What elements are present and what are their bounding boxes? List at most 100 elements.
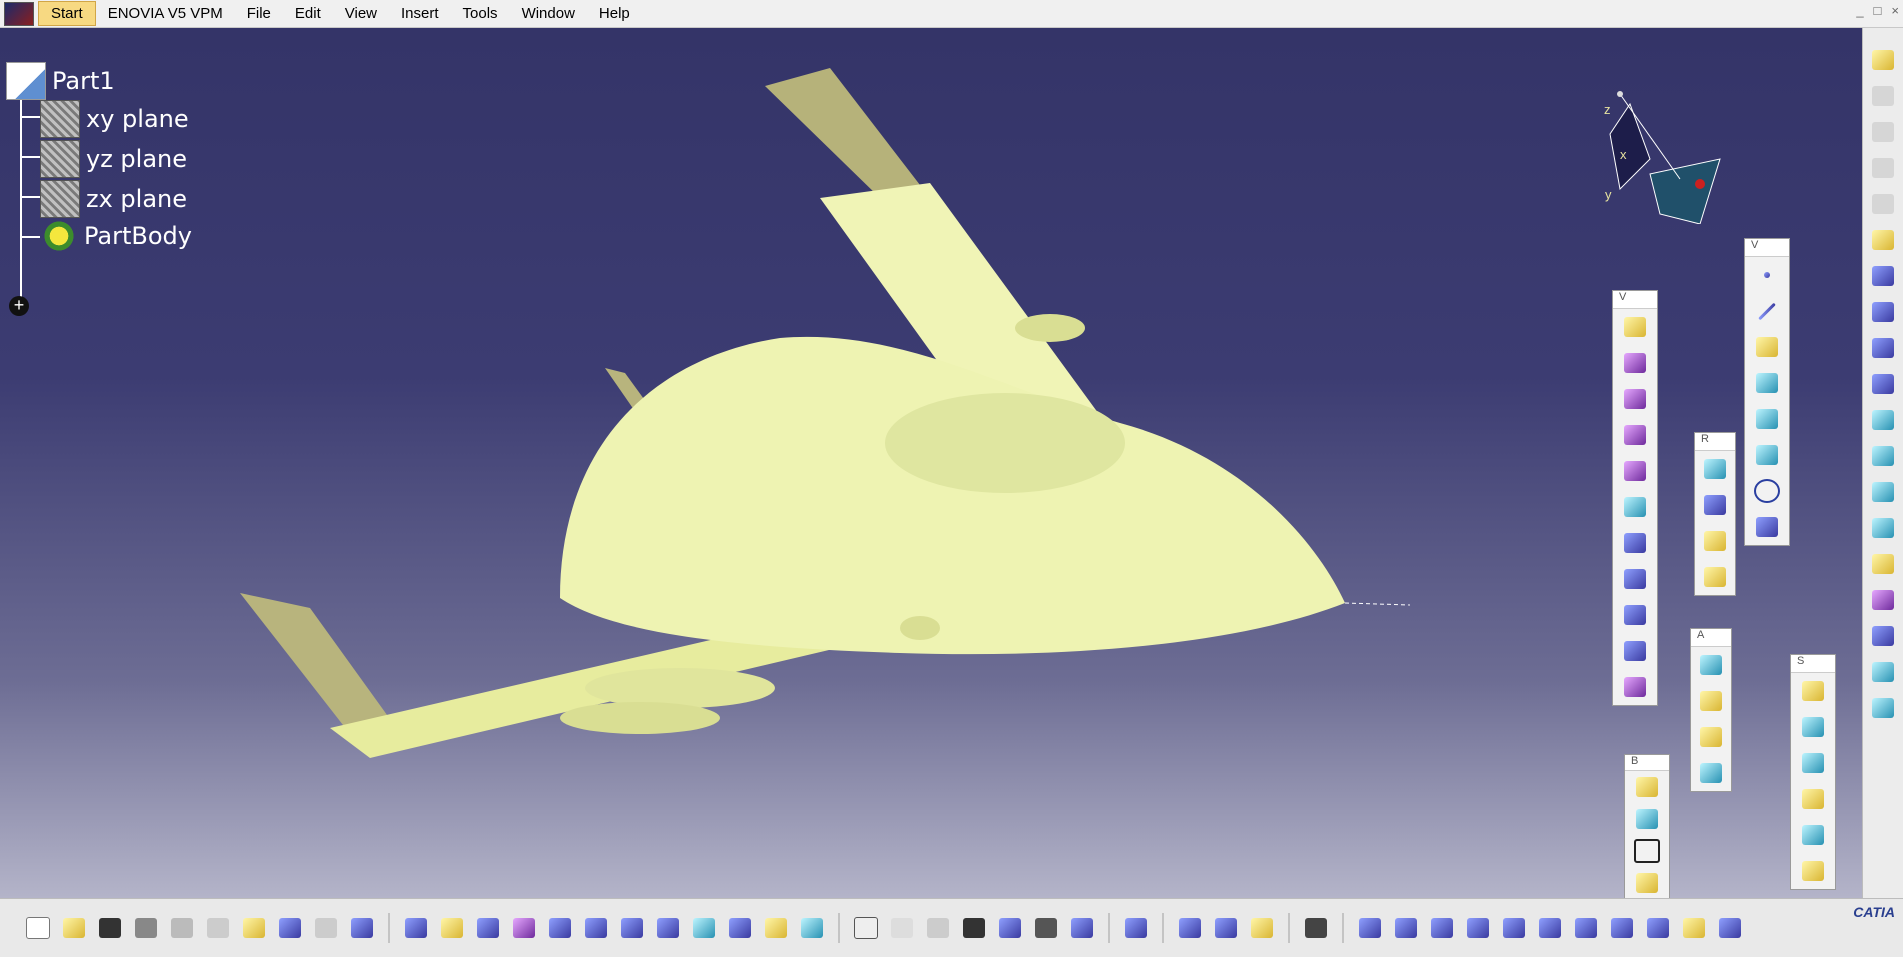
transform-icon[interactable] [1700,562,1730,592]
relation-icon[interactable] [995,913,1025,943]
swap-space-icon[interactable] [797,913,827,943]
projection-icon[interactable] [1752,368,1782,398]
zoom-in-icon[interactable] [545,913,575,943]
extrapolate-icon[interactable] [1868,549,1898,579]
curve-icon[interactable] [1868,405,1898,435]
duplicate-icon[interactable] [1700,526,1730,556]
boundary-icon[interactable] [1632,774,1662,800]
toolbar-title[interactable]: V [1613,291,1657,309]
shape-fillet-icon[interactable] [1798,676,1828,706]
line-icon[interactable] [1752,296,1782,326]
menu-edit[interactable]: Edit [283,2,333,25]
undo-icon[interactable] [275,913,305,943]
analysis-icon[interactable] [1696,686,1726,716]
knowledge-icon[interactable] [887,913,917,943]
grid-snap-icon[interactable] [1499,913,1529,943]
select-icon[interactable] [1868,225,1898,255]
app-title[interactable]: ENOVIA V5 VPM [96,2,235,25]
offset-icon[interactable] [1620,528,1650,558]
face-fillet-icon[interactable] [1798,784,1828,814]
print-icon[interactable] [131,913,161,943]
axis-system-icon[interactable] [1427,913,1457,943]
apply-material-icon[interactable] [1696,650,1726,680]
parallel-curve-icon[interactable] [1752,440,1782,470]
grid-icon[interactable] [1868,369,1898,399]
intersection-icon[interactable] [1752,404,1782,434]
formula-icon[interactable] [851,913,881,943]
hide-show-icon[interactable] [761,913,791,943]
edge-fillet-icon[interactable] [1798,712,1828,742]
extract-icon[interactable] [1632,806,1662,832]
floating-toolbar-s[interactable]: S [1790,654,1836,890]
toolbar-title[interactable]: V [1745,239,1789,257]
cut-icon[interactable] [167,913,197,943]
menu-view[interactable]: View [333,2,389,25]
iso-view-icon[interactable] [689,913,719,943]
toolbar-title[interactable]: R [1695,433,1735,451]
join-icon[interactable] [1632,870,1662,896]
sew-icon[interactable] [1620,672,1650,702]
compass-handle[interactable] [1617,91,1623,97]
copy-icon[interactable] [203,913,233,943]
spline-icon[interactable] [1752,512,1782,542]
workbench-icon[interactable] [1868,45,1898,75]
sweep-icon[interactable] [1620,384,1650,414]
cut-icon[interactable] [1868,657,1898,687]
section-icon[interactable] [1868,693,1898,723]
menu-tools[interactable]: Tools [451,2,510,25]
fill-icon[interactable] [1620,420,1650,450]
menu-insert[interactable]: Insert [389,2,451,25]
shading-icon[interactable] [725,913,755,943]
menu-file[interactable]: File [235,2,283,25]
menu-help[interactable]: Help [587,2,642,25]
close-button[interactable]: × [1891,3,1899,18]
compass-widget[interactable]: z x y [1580,74,1750,224]
toolbar-title[interactable]: B [1625,755,1669,771]
list-icon[interactable] [1715,913,1745,943]
restore-button[interactable]: □ [1874,3,1882,18]
multi-view-icon[interactable] [653,913,683,943]
multi-section-icon[interactable] [1620,456,1650,486]
connect-icon[interactable] [1868,621,1898,651]
repeat-icon[interactable] [1700,454,1730,484]
blend-icon[interactable] [1620,492,1650,522]
whats-this-icon[interactable] [347,913,377,943]
lock-icon[interactable] [1031,913,1061,943]
cycle-icon[interactable] [1355,913,1385,943]
floating-toolbar-v1[interactable]: V [1612,290,1658,706]
history-icon[interactable] [1643,913,1673,943]
measure-inertia-icon[interactable] [1247,913,1277,943]
update-icon[interactable] [1121,913,1151,943]
circle-icon[interactable] [1752,476,1782,506]
sweep-surface-icon[interactable] [1868,441,1898,471]
parameter-icon[interactable] [923,913,953,943]
zoom-out-icon[interactable] [581,913,611,943]
tritangent-fillet-icon[interactable] [1798,820,1828,850]
toolbar-title[interactable]: S [1791,655,1835,673]
fly-mode-icon[interactable] [401,913,431,943]
start-menu[interactable]: Start [38,1,96,26]
table-icon[interactable] [959,913,989,943]
doc-icon[interactable] [1868,81,1898,111]
revolve-icon[interactable] [1620,348,1650,378]
3d-viewport[interactable]: Part1 xy plane yz plane zx plane + PartB… [0,28,1862,900]
menu-window[interactable]: Window [510,2,587,25]
redo-icon[interactable] [311,913,341,943]
floating-toolbar-r[interactable]: R [1694,432,1736,596]
floating-toolbar-a[interactable]: A [1690,628,1732,792]
toolbar-title[interactable]: A [1691,629,1731,647]
rotate-icon[interactable] [509,913,539,943]
sketch-icon[interactable] [1868,297,1898,327]
loft-icon[interactable] [1868,513,1898,543]
doc-icon[interactable] [1868,153,1898,183]
compass-tool-icon[interactable] [1391,913,1421,943]
point-icon[interactable] [1752,260,1782,290]
thickness-icon[interactable] [1620,564,1650,594]
fit-all-icon[interactable] [437,913,467,943]
graph-icon[interactable] [1868,333,1898,363]
variable-fillet-icon[interactable] [1798,748,1828,778]
chordal-fillet-icon[interactable] [1798,856,1828,886]
tree-icon[interactable] [1463,913,1493,943]
pattern-icon[interactable] [1700,490,1730,520]
snap-icon[interactable] [1868,261,1898,291]
